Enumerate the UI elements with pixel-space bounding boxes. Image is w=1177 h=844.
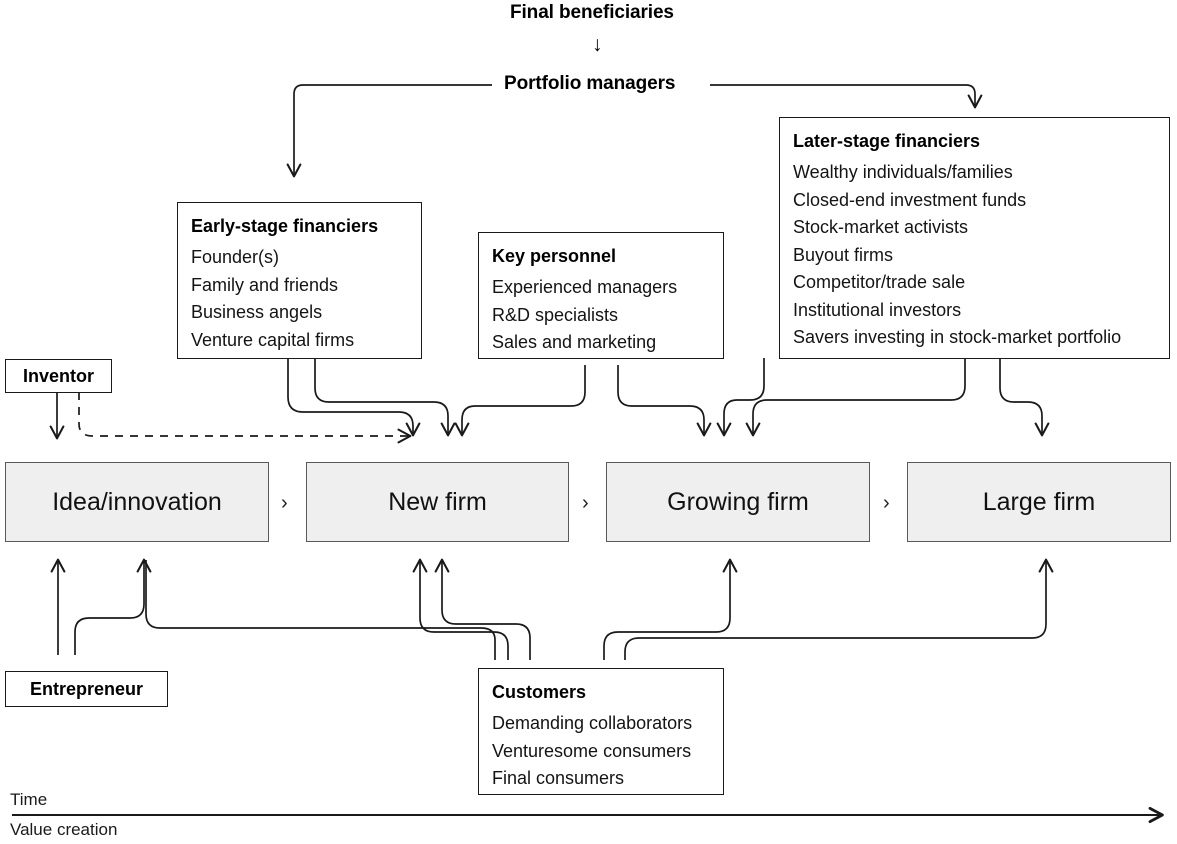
- wire-inventor-dashed: [78, 392, 406, 437]
- wire-later-to-growing: [716, 358, 765, 437]
- wire-later-to-growing-2: [745, 358, 966, 437]
- wire-early-to-newfirm: [314, 358, 456, 437]
- panel-item: Wealthy individuals/families: [793, 162, 1013, 182]
- panel-item: Sales and marketing: [492, 332, 657, 352]
- wire-keypersonnel-to-growing: [617, 365, 712, 437]
- panel-item: Institutional investors: [793, 299, 962, 320]
- panel-customers: Customers Demanding collaborators Ventur…: [478, 668, 724, 795]
- stage-box-large-firm[interactable]: Large firm: [907, 462, 1171, 542]
- panel-item: Competitor/trade sale: [793, 272, 966, 292]
- panel-item: Final consumers: [492, 768, 625, 788]
- stage-separator-chevron-icon: ›: [582, 492, 589, 514]
- panel-title: Later-stage financiers: [793, 131, 981, 151]
- wire-customers-to-newfirm-2: [434, 558, 531, 660]
- final-beneficiaries-label: Final beneficiaries: [510, 2, 674, 23]
- panel-title: Key personnel: [492, 246, 617, 266]
- stage-separator-chevron-icon: ›: [883, 492, 890, 514]
- stage-separator-chevron-icon: ›: [281, 492, 288, 514]
- stage-box-new-firm[interactable]: New firm: [306, 462, 569, 542]
- panel-item: Venture capital firms: [191, 329, 355, 350]
- panel-item: Stock-market activists: [793, 217, 969, 237]
- panel-item: R&D specialists: [492, 304, 619, 325]
- stage-box-growing-firm[interactable]: Growing firm: [606, 462, 870, 542]
- panel-item: Family and friends: [191, 274, 339, 295]
- axis-label-value-creation: Value creation: [10, 820, 118, 839]
- down-arrow-icon: ↓: [592, 33, 603, 56]
- wire-keypersonnel-to-newfirm: [454, 365, 586, 437]
- wire-early-to-idea: [287, 358, 421, 437]
- wire-entrepreneur-to-idea-2: [74, 558, 152, 655]
- panel-early-stage-financiers: Early-stage financiers Founder(s) Family…: [177, 202, 422, 359]
- panel-item: Founder(s): [191, 247, 280, 267]
- wire-customers-to-newfirm: [412, 558, 509, 660]
- panel-item: Experienced managers: [492, 277, 678, 297]
- panel-item: Demanding collaborators: [492, 713, 693, 733]
- panel-later-stage-financiers: Later-stage financiers Wealthy individua…: [779, 117, 1170, 359]
- portfolio-managers-label: Portfolio managers: [504, 73, 676, 94]
- axis-label-time: Time: [10, 790, 48, 809]
- panel-title: Customers: [492, 682, 587, 702]
- tag-inventor: Inventor: [5, 359, 112, 393]
- panel-item: Closed-end investment funds: [793, 189, 1027, 210]
- panel-key-personnel: Key personnel Experienced managers R&D s…: [478, 232, 724, 359]
- panel-item: Venturesome consumers: [492, 740, 692, 761]
- panel-item: Savers investing in stock-market portfol…: [793, 327, 1122, 347]
- stage-box-idea-innovation[interactable]: Idea/innovation: [5, 462, 269, 542]
- wire-customers-to-idea: [145, 560, 496, 660]
- wire-pm-to-early: [286, 84, 492, 178]
- wire-customers-to-growing: [603, 558, 738, 660]
- tag-entrepreneur: Entrepreneur: [5, 671, 168, 707]
- panel-item: Business angels: [191, 302, 323, 322]
- panel-title: Early-stage financiers: [191, 216, 379, 236]
- panel-item: Buyout firms: [793, 244, 894, 265]
- wire-pm-to-later: [710, 84, 983, 109]
- diagram-canvas: Final beneficiaries ↓ Portfolio managers…: [0, 0, 1177, 844]
- wire-customers-to-large: [624, 558, 1054, 660]
- wire-later-to-large: [999, 358, 1050, 437]
- wire-customers-extra: [158, 600, 516, 660]
